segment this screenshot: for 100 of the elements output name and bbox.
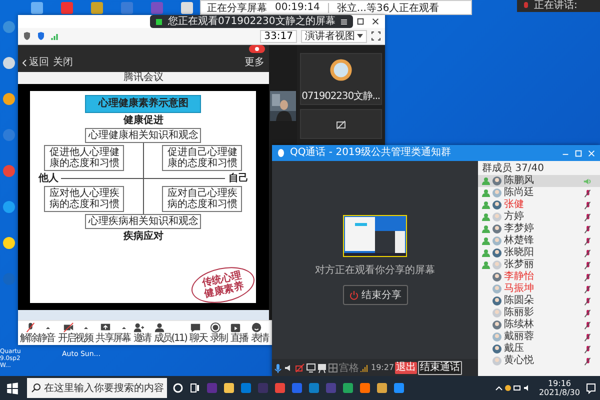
grid-view-button[interactable]: 宫格 bbox=[328, 360, 359, 374]
member-name: 张晓阳 bbox=[504, 247, 534, 258]
menu-icon[interactable] bbox=[339, 16, 350, 26]
notification-icon[interactable] bbox=[585, 382, 597, 394]
mic-muted-icon[interactable] bbox=[583, 356, 592, 366]
app-icon[interactable] bbox=[342, 382, 354, 394]
mic-muted-icon[interactable] bbox=[583, 332, 592, 342]
toolbar-button[interactable]: 录制 bbox=[208, 322, 228, 344]
member-row[interactable]: 陈鹏风 bbox=[478, 175, 600, 187]
member-row[interactable]: 陈尚廷 bbox=[478, 187, 600, 199]
member-row[interactable]: 陈丽影 bbox=[478, 307, 600, 319]
app-icon[interactable] bbox=[274, 382, 286, 394]
mic-icon[interactable] bbox=[273, 362, 283, 372]
app-icon[interactable] bbox=[393, 382, 405, 394]
invite-icon bbox=[133, 322, 144, 333]
avatar-icon bbox=[492, 200, 502, 210]
speaking-label: 正在讲话: bbox=[534, 0, 578, 12]
member-row[interactable]: 林楚锋 bbox=[478, 235, 600, 247]
mic-muted-icon[interactable] bbox=[583, 308, 592, 318]
member-row[interactable]: 李梦婷 bbox=[478, 223, 600, 235]
maximize-icon[interactable] bbox=[356, 17, 365, 26]
member-row[interactable]: 马振坤 bbox=[478, 283, 600, 295]
end-share-button[interactable]: 结束分享 bbox=[342, 285, 408, 305]
app-icon[interactable] bbox=[359, 382, 371, 394]
members-header: 群成员 37/40 bbox=[481, 162, 545, 175]
member-row[interactable]: 张梦丽 bbox=[478, 259, 600, 271]
meeting-duration: 33:17 bbox=[260, 30, 297, 42]
windows-start-icon[interactable] bbox=[6, 382, 19, 394]
call-button[interactable]: 退出 bbox=[395, 362, 418, 374]
member-row[interactable]: 陈续林 bbox=[478, 319, 600, 331]
toolbar-button[interactable]: 表情 bbox=[250, 322, 270, 344]
mic-muted-icon[interactable] bbox=[583, 248, 592, 258]
mic-muted-icon[interactable] bbox=[583, 236, 592, 246]
toolbar-button[interactable]: 聊天 bbox=[188, 322, 208, 344]
more-button[interactable]: 更多 bbox=[244, 57, 265, 69]
mic-muted-icon[interactable] bbox=[583, 284, 592, 294]
app-icon[interactable] bbox=[180, 1, 194, 15]
call-button[interactable]: 结束通话 bbox=[418, 360, 462, 374]
member-row[interactable]: 张健 bbox=[478, 199, 600, 211]
mic-muted-icon[interactable] bbox=[583, 188, 592, 198]
toolbar-button[interactable]: 成员(11) bbox=[152, 322, 188, 344]
avatar-icon bbox=[328, 58, 353, 82]
member-row[interactable]: 戴丽蓉 bbox=[478, 331, 600, 343]
close-link[interactable]: 关闭 bbox=[53, 57, 73, 69]
caret-icon[interactable] bbox=[84, 326, 88, 330]
avatar-icon bbox=[492, 320, 502, 330]
member-row[interactable]: 方婷 bbox=[478, 211, 600, 223]
mic-muted-icon[interactable] bbox=[583, 260, 592, 270]
viewer-count: 张立...等36人正在观看 bbox=[336, 2, 440, 14]
toolbar-button[interactable]: 开启视频 bbox=[56, 322, 94, 344]
caret-icon[interactable] bbox=[46, 326, 50, 330]
participant-tile[interactable] bbox=[300, 109, 382, 139]
avatar-icon bbox=[492, 296, 502, 306]
toolbar-button[interactable]: 直播 bbox=[229, 322, 249, 344]
mic-muted-icon[interactable] bbox=[583, 320, 592, 330]
mic-off-icon bbox=[24, 322, 36, 333]
back-button[interactable]: 返回 bbox=[22, 57, 49, 69]
avatar-icon bbox=[492, 356, 502, 366]
member-name: 黄心悦 bbox=[504, 355, 534, 367]
avatar-icon bbox=[492, 176, 502, 186]
screen-share-icon[interactable] bbox=[306, 362, 316, 372]
member-name: 马振坤 bbox=[504, 283, 534, 294]
member-row[interactable]: 李静怡 bbox=[478, 271, 600, 283]
mic-muted-icon[interactable] bbox=[583, 296, 592, 306]
mic-muted-icon[interactable] bbox=[583, 344, 592, 354]
mic-muted-icon[interactable] bbox=[583, 272, 592, 282]
notice-text: 您正在观看071902230文静之的屏幕 bbox=[168, 15, 336, 28]
mic-muted-icon[interactable] bbox=[583, 200, 592, 210]
chevron-left-icon bbox=[22, 59, 27, 67]
avatar-icon bbox=[492, 332, 502, 342]
emoji-icon bbox=[250, 322, 262, 333]
view-dropdown[interactable]: 演讲者视图 bbox=[301, 30, 367, 42]
member-row[interactable]: 戴压 bbox=[478, 343, 600, 355]
toolbar-button[interactable]: 邀请 bbox=[132, 322, 152, 344]
avatar-icon bbox=[492, 344, 502, 354]
app-icon[interactable] bbox=[223, 382, 235, 394]
app-icon[interactable] bbox=[2, 56, 16, 70]
toolbar-button[interactable]: 共享屏幕 bbox=[94, 322, 132, 344]
power-icon bbox=[348, 290, 358, 300]
participant-tile[interactable]: 071902230文静... bbox=[300, 53, 382, 105]
member-row[interactable]: 张晓阳 bbox=[478, 247, 600, 259]
member-row[interactable]: 黄心悦 bbox=[478, 355, 600, 367]
avatar-icon bbox=[492, 236, 502, 246]
mic-muted-icon[interactable] bbox=[583, 212, 592, 222]
mic-muted-icon[interactable] bbox=[583, 224, 592, 234]
app-icon[interactable] bbox=[376, 382, 388, 394]
avatar-icon bbox=[492, 188, 502, 198]
app-icon[interactable] bbox=[2, 236, 16, 250]
avatar-icon bbox=[492, 224, 502, 234]
signal-icon[interactable] bbox=[50, 31, 60, 41]
whiteboard-icon[interactable] bbox=[317, 362, 327, 372]
member-row[interactable]: 陈圆朵 bbox=[478, 295, 600, 307]
member-name: 张健 bbox=[504, 199, 524, 210]
fullscreen-icon[interactable] bbox=[371, 31, 381, 41]
toolbar-button[interactable]: 解除静音 bbox=[19, 322, 56, 344]
caret-icon[interactable] bbox=[122, 326, 126, 330]
task-view-icon[interactable] bbox=[189, 382, 201, 394]
live-icon bbox=[230, 322, 242, 333]
cortana-icon[interactable] bbox=[172, 382, 184, 394]
close-icon[interactable] bbox=[371, 17, 380, 26]
